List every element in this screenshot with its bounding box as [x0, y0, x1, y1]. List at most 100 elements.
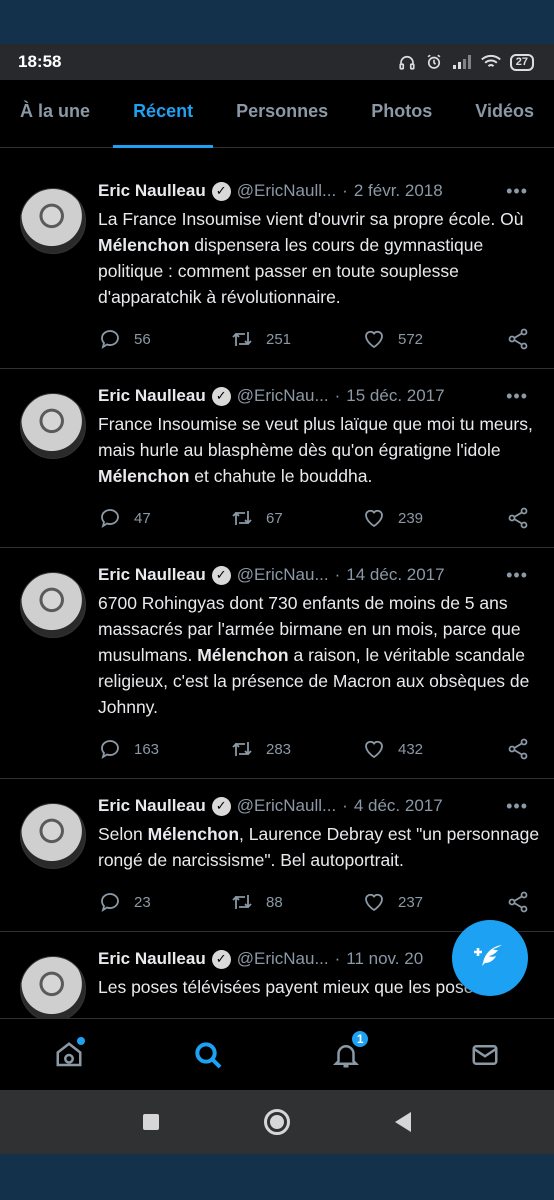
compose-tweet-icon	[474, 945, 502, 966]
search-icon	[195, 1041, 222, 1068]
share-button[interactable]	[506, 890, 542, 914]
recent-apps-button[interactable]	[142, 1114, 159, 1130]
separator-dot: ·	[334, 386, 341, 405]
nav-search[interactable]	[188, 1035, 228, 1075]
nav-messages[interactable]	[465, 1035, 505, 1075]
tweet-body: Eric Naulleau ✓ @EricNaull... · 2 févr. 2018…	[98, 178, 542, 368]
reply-button[interactable]: 163	[98, 737, 230, 761]
avatar[interactable]	[20, 572, 86, 638]
share-button[interactable]	[506, 737, 542, 761]
tweet-actions: 56 251 572	[98, 310, 542, 368]
reply-button[interactable]: 56	[98, 327, 230, 351]
tweet-body: Eric Naulleau ✓ @EricNau... · 15 déc. 2017 ••…	[98, 383, 542, 547]
more-options-icon[interactable]: •••	[506, 386, 542, 407]
retweet-button[interactable]: 283	[230, 737, 362, 761]
tweet-date: 14 déc. 2017	[346, 565, 445, 584]
tweet-text-part: Selon	[98, 824, 148, 844]
tweet-text: Selon Mélenchon, Laurence Debray est "un…	[98, 821, 542, 873]
retweet-icon	[232, 332, 252, 346]
like-button[interactable]: 432	[362, 737, 494, 761]
tab-a-la-une[interactable]: À la une	[20, 80, 90, 148]
avatar[interactable]	[20, 803, 86, 869]
notifications-badge: 1	[350, 1028, 371, 1049]
phone-screen: 18:58 27 À la une Récent Personnes Photo…	[0, 44, 554, 1154]
retweet-icon	[232, 742, 252, 756]
separator-dot: ·	[334, 949, 341, 968]
author-name[interactable]: Eric Naulleau	[98, 386, 206, 406]
tweet-header: Eric Naulleau ✓ @EricNaull... · 4 déc. 2017 •…	[98, 793, 542, 819]
reply-button[interactable]: 47	[98, 506, 230, 530]
heart-icon	[365, 509, 383, 528]
avatar[interactable]	[20, 956, 86, 1022]
home-system-button[interactable]	[263, 1109, 290, 1135]
avatar[interactable]	[20, 393, 86, 459]
verified-badge-icon: ✓	[211, 565, 231, 585]
more-options-icon[interactable]: •••	[506, 565, 542, 586]
tweet-item[interactable]: Eric Naulleau ✓ @EricNau... · 14 déc. 2017 ••…	[0, 548, 554, 779]
author-handle: @EricNau...	[236, 949, 329, 968]
tweet-date: 2 févr. 2018	[353, 181, 443, 200]
share-button[interactable]	[506, 327, 542, 351]
separator-dot: ·	[342, 796, 348, 815]
verified-badge-icon: ✓	[211, 386, 231, 406]
retweet-count: 67	[266, 509, 283, 527]
heart-icon	[365, 893, 383, 912]
like-button[interactable]: 237	[362, 890, 494, 914]
verified-badge-icon: ✓	[211, 181, 231, 201]
reply-button[interactable]: 23	[98, 890, 230, 914]
verified-badge-icon: ✓	[211, 796, 231, 816]
separator-dot: ·	[334, 565, 341, 584]
retweet-icon	[232, 511, 252, 525]
headphones-icon	[399, 55, 415, 70]
tab-recent[interactable]: Récent	[113, 80, 214, 148]
more-options-icon[interactable]: •••	[506, 796, 542, 817]
share-button[interactable]	[506, 506, 542, 530]
like-count: 239	[398, 509, 424, 527]
tab-photos[interactable]: Photos	[371, 80, 432, 148]
reply-count: 163	[134, 740, 160, 758]
retweet-button[interactable]: 88	[230, 890, 362, 914]
tweet-text: 6700 Rohingyas dont 730 enfants de moins…	[98, 590, 542, 720]
retweet-button[interactable]: 67	[230, 506, 362, 530]
more-options-icon[interactable]: •••	[506, 181, 542, 202]
tab-personnes[interactable]: Personnes	[236, 80, 328, 148]
tab-videos[interactable]: Vidéos	[475, 80, 534, 148]
retweet-count: 283	[266, 740, 292, 758]
like-button[interactable]: 572	[362, 327, 494, 351]
avatar[interactable]	[20, 188, 86, 254]
tweet-body: Eric Naulleau ✓ @EricNaull... · 4 déc. 2017 •…	[98, 793, 542, 931]
author-name[interactable]: Eric Naulleau	[98, 796, 206, 816]
reply-icon	[101, 893, 119, 912]
nav-notifications[interactable]: 1	[326, 1028, 371, 1075]
retweet-button[interactable]: 251	[230, 327, 362, 351]
battery-indicator: 27	[509, 53, 534, 71]
author-name[interactable]: Eric Naulleau	[98, 949, 206, 969]
tweet-header: Eric Naulleau ✓ @EricNaull... · 2 févr. 2018…	[98, 178, 542, 204]
share-icon	[508, 891, 528, 913]
tweet-item[interactable]: Eric Naulleau ✓ @EricNaull... · 4 déc. 2017 •…	[0, 779, 554, 932]
tweet-actions: 163 283 432	[98, 720, 542, 778]
author-name[interactable]: Eric Naulleau	[98, 565, 206, 585]
tweet-text: France Insoumise se veut plus laïque que…	[98, 411, 542, 489]
retweet-count: 251	[266, 330, 292, 348]
tweet-item[interactable]: Eric Naulleau ✓ @EricNaull... · 2 févr. 2018…	[0, 164, 554, 369]
nav-home[interactable]	[49, 1035, 89, 1075]
like-count: 572	[398, 330, 424, 348]
tweet-text-part: Les poses télévisées payent mieux que le…	[98, 977, 483, 997]
tweet-date: 4 déc. 2017	[353, 796, 443, 815]
mail-icon	[472, 1044, 498, 1065]
verified-badge-icon: ✓	[211, 949, 231, 969]
tweet-item[interactable]: Eric Naulleau ✓ @EricNau... · 15 déc. 2017 ••…	[0, 369, 554, 548]
like-count: 432	[398, 740, 424, 758]
tweet-header: Eric Naulleau ✓ @EricNau... · 14 déc. 2017 ••…	[98, 562, 542, 588]
back-button[interactable]	[395, 1112, 412, 1132]
tweet-body: Eric Naulleau ✓ @EricNau... · 14 déc. 2017 ••…	[98, 562, 542, 778]
like-button[interactable]: 239	[362, 506, 494, 530]
like-count: 237	[398, 893, 424, 911]
tweet-text-highlight: Mélenchon	[98, 235, 190, 255]
share-icon	[508, 328, 528, 350]
compose-tweet-button[interactable]	[452, 920, 528, 996]
tweet-text-part: La France Insoumise vient d'ouvrir sa pr…	[98, 209, 524, 229]
author-name[interactable]: Eric Naulleau	[98, 181, 206, 201]
tweet-text-highlight: Mélenchon	[98, 466, 190, 486]
